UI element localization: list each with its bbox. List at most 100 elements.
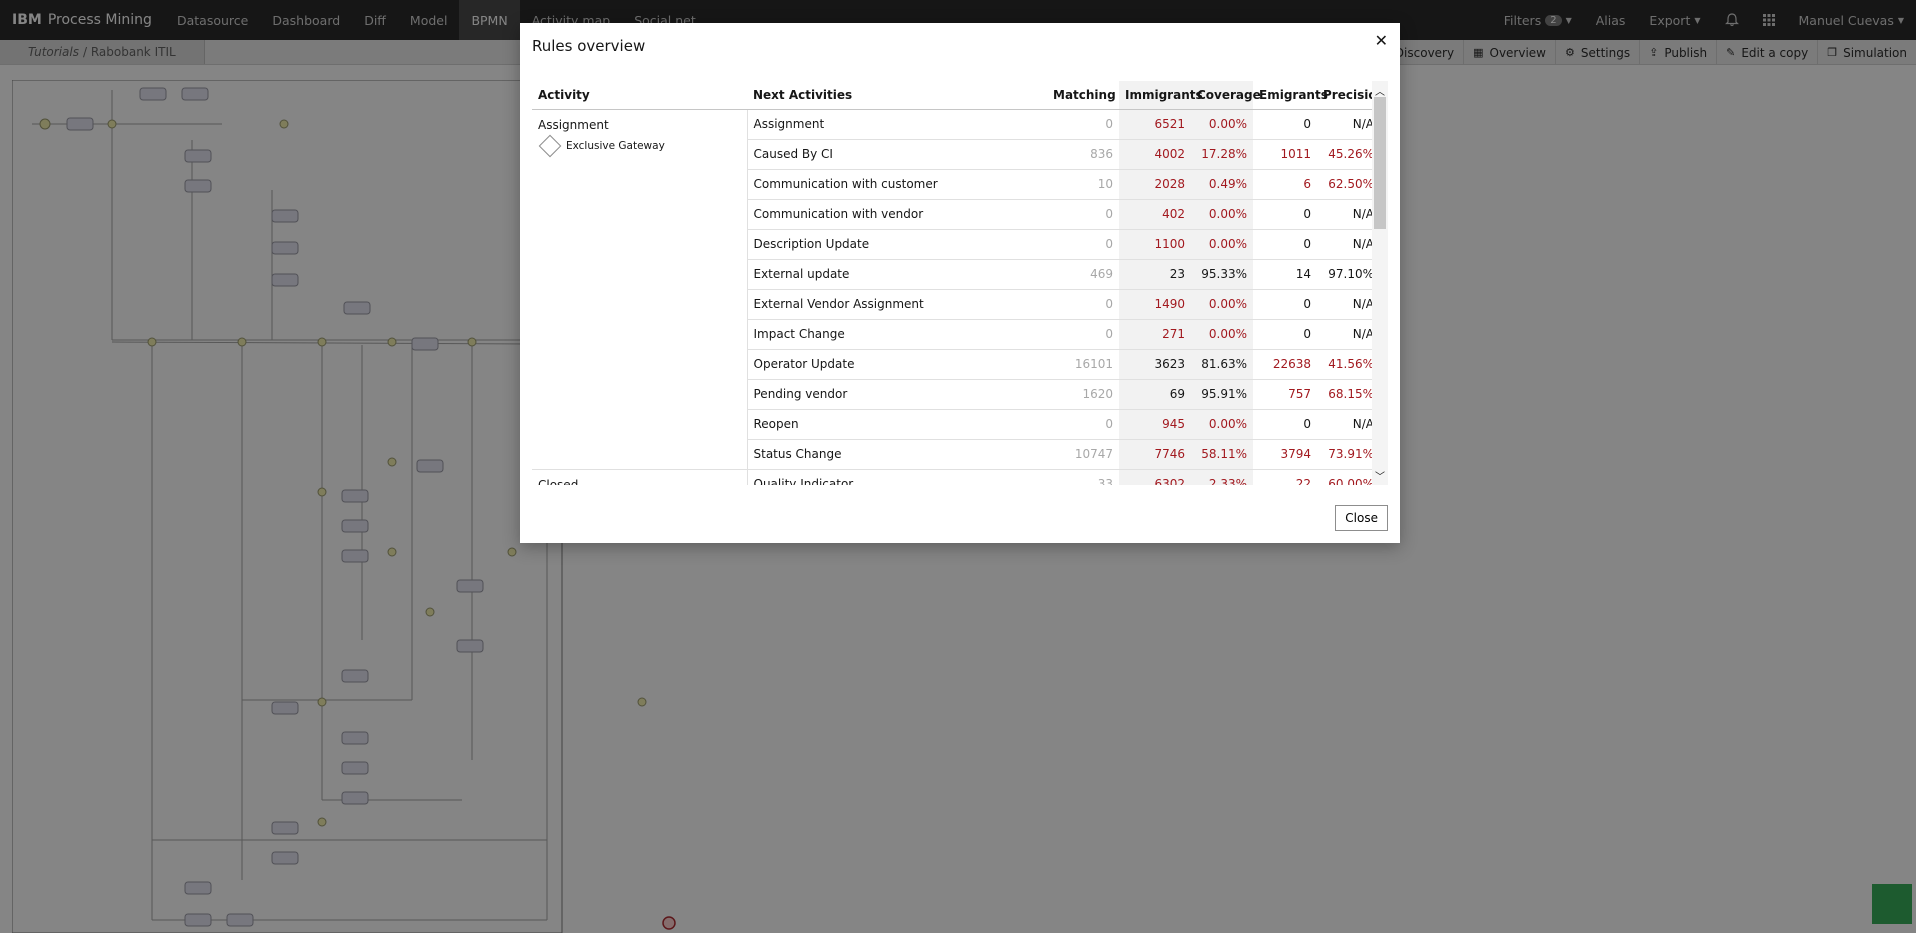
coverage-value: 58.11% <box>1191 439 1253 470</box>
emigrants-value: 3794 <box>1253 439 1317 470</box>
emigrants-value: 0 <box>1253 229 1317 260</box>
next-activity: Pending vendor <box>747 379 1047 410</box>
emigrants-value: 0 <box>1253 319 1317 350</box>
matching-value: 10747 <box>1047 439 1119 470</box>
coverage-value: 0.00% <box>1191 409 1253 440</box>
next-activity: Operator Update <box>747 349 1047 380</box>
scroll-up-icon[interactable]: ︿ <box>1372 83 1388 98</box>
close-button[interactable]: Close <box>1335 505 1388 531</box>
immigrants-value: 23 <box>1119 259 1191 290</box>
next-activity: Impact Change <box>747 319 1047 350</box>
matching-value: 16101 <box>1047 349 1119 380</box>
table-row: Assignment Exclusive Gateway Assignment … <box>532 109 1380 470</box>
activity-cell: Closed <box>532 469 748 485</box>
coverage-value: 0.00% <box>1191 289 1253 320</box>
activity-cell: Assignment Exclusive Gateway <box>532 109 748 470</box>
coverage-value: 95.91% <box>1191 379 1253 410</box>
scroll-down-icon[interactable]: ﹀ <box>1372 468 1388 483</box>
col-precision: Precision <box>1317 81 1385 110</box>
matching-value: 0 <box>1047 409 1119 440</box>
emigrants-value: 14 <box>1253 259 1317 290</box>
emigrants-value: 22 <box>1253 469 1317 485</box>
precision-value: N/A <box>1317 199 1380 230</box>
precision-value: 68.15% <box>1317 379 1380 410</box>
coverage-value: 0.00% <box>1191 229 1253 260</box>
emigrants-value: 757 <box>1253 379 1317 410</box>
immigrants-value: 1100 <box>1119 229 1191 260</box>
matching-value: 0 <box>1047 289 1119 320</box>
matching-value: 0 <box>1047 199 1119 230</box>
emigrants-value: 0 <box>1253 199 1317 230</box>
immigrants-value: 402 <box>1119 199 1191 230</box>
next-activity: External update <box>747 259 1047 290</box>
rules-table-wrapper[interactable]: Activity Next Activities Matching Immigr… <box>532 81 1388 485</box>
immigrants-value: 6521 <box>1119 109 1191 140</box>
emigrants-value: 0 <box>1253 109 1317 140</box>
next-activity: Communication with customer <box>747 169 1047 200</box>
close-icon[interactable]: ✕ <box>1375 31 1388 50</box>
next-activity: Reopen <box>747 409 1047 440</box>
matching-value: 469 <box>1047 259 1119 290</box>
next-activity: Quality Indicator <box>747 469 1047 485</box>
immigrants-value: 3623 <box>1119 349 1191 380</box>
emigrants-value: 0 <box>1253 409 1317 440</box>
emigrants-value: 1011 <box>1253 139 1317 170</box>
next-activity: Assignment <box>747 109 1047 140</box>
precision-value: N/A <box>1317 109 1380 140</box>
matching-value: 1620 <box>1047 379 1119 410</box>
next-activity: Status Change <box>747 439 1047 470</box>
table-scrollbar[interactable]: ︿ ﹀ <box>1372 81 1388 485</box>
gateway-label: Exclusive Gateway <box>566 139 665 152</box>
col-immigrants: Immigrants <box>1119 81 1203 110</box>
immigrants-value: 1490 <box>1119 289 1191 320</box>
rules-table: Activity Next Activities Matching Immigr… <box>532 81 1385 485</box>
coverage-value: 17.28% <box>1191 139 1253 170</box>
precision-value: 62.50% <box>1317 169 1380 200</box>
coverage-value: 0.00% <box>1191 109 1253 140</box>
table-header: Activity Next Activities Matching Immigr… <box>532 81 1385 110</box>
immigrants-value: 4002 <box>1119 139 1191 170</box>
matching-value: 33 <box>1047 469 1119 485</box>
emigrants-value: 22638 <box>1253 349 1317 380</box>
precision-value: 73.91% <box>1317 439 1380 470</box>
immigrants-value: 271 <box>1119 319 1191 350</box>
matching-value: 10 <box>1047 169 1119 200</box>
gateway-info: Exclusive Gateway <box>538 134 741 157</box>
next-activity: External Vendor Assignment <box>747 289 1047 320</box>
emigrants-value: 6 <box>1253 169 1317 200</box>
matching-value: 0 <box>1047 319 1119 350</box>
precision-value: N/A <box>1317 289 1380 320</box>
immigrants-value: 7746 <box>1119 439 1191 470</box>
exclusive-gateway-icon <box>538 134 562 157</box>
scrollbar-thumb[interactable] <box>1374 97 1386 229</box>
col-matching: Matching <box>1047 81 1119 110</box>
next-activity: Description Update <box>747 229 1047 260</box>
table-row: Closed Quality Indicator 33 6302 2.33% 2… <box>532 469 1380 485</box>
precision-value: 60.00% <box>1317 469 1380 485</box>
modal-title: Rules overview <box>532 37 646 55</box>
matching-value: 0 <box>1047 109 1119 140</box>
activity-name: Assignment <box>538 117 609 132</box>
next-activity: Caused By CI <box>747 139 1047 170</box>
coverage-value: 81.63% <box>1191 349 1253 380</box>
coverage-value: 0.00% <box>1191 199 1253 230</box>
precision-value: N/A <box>1317 319 1380 350</box>
coverage-value: 0.00% <box>1191 319 1253 350</box>
immigrants-value: 945 <box>1119 409 1191 440</box>
next-activity: Communication with vendor <box>747 199 1047 230</box>
emigrants-value: 0 <box>1253 289 1317 320</box>
col-coverage: Coverage <box>1191 81 1261 110</box>
precision-value: N/A <box>1317 229 1380 260</box>
precision-value: 97.10% <box>1317 259 1380 290</box>
immigrants-value: 6302 <box>1119 469 1191 485</box>
col-emigrants: Emigrants <box>1253 81 1328 110</box>
coverage-value: 0.49% <box>1191 169 1253 200</box>
coverage-value: 2.33% <box>1191 469 1253 485</box>
precision-value: 41.56% <box>1317 349 1380 380</box>
immigrants-value: 2028 <box>1119 169 1191 200</box>
col-activity: Activity <box>532 81 747 110</box>
coverage-value: 95.33% <box>1191 259 1253 290</box>
rules-overview-modal: Rules overview ✕ Activity Next Activitie… <box>520 23 1400 543</box>
immigrants-value: 69 <box>1119 379 1191 410</box>
col-next-activities: Next Activities <box>747 81 1047 110</box>
